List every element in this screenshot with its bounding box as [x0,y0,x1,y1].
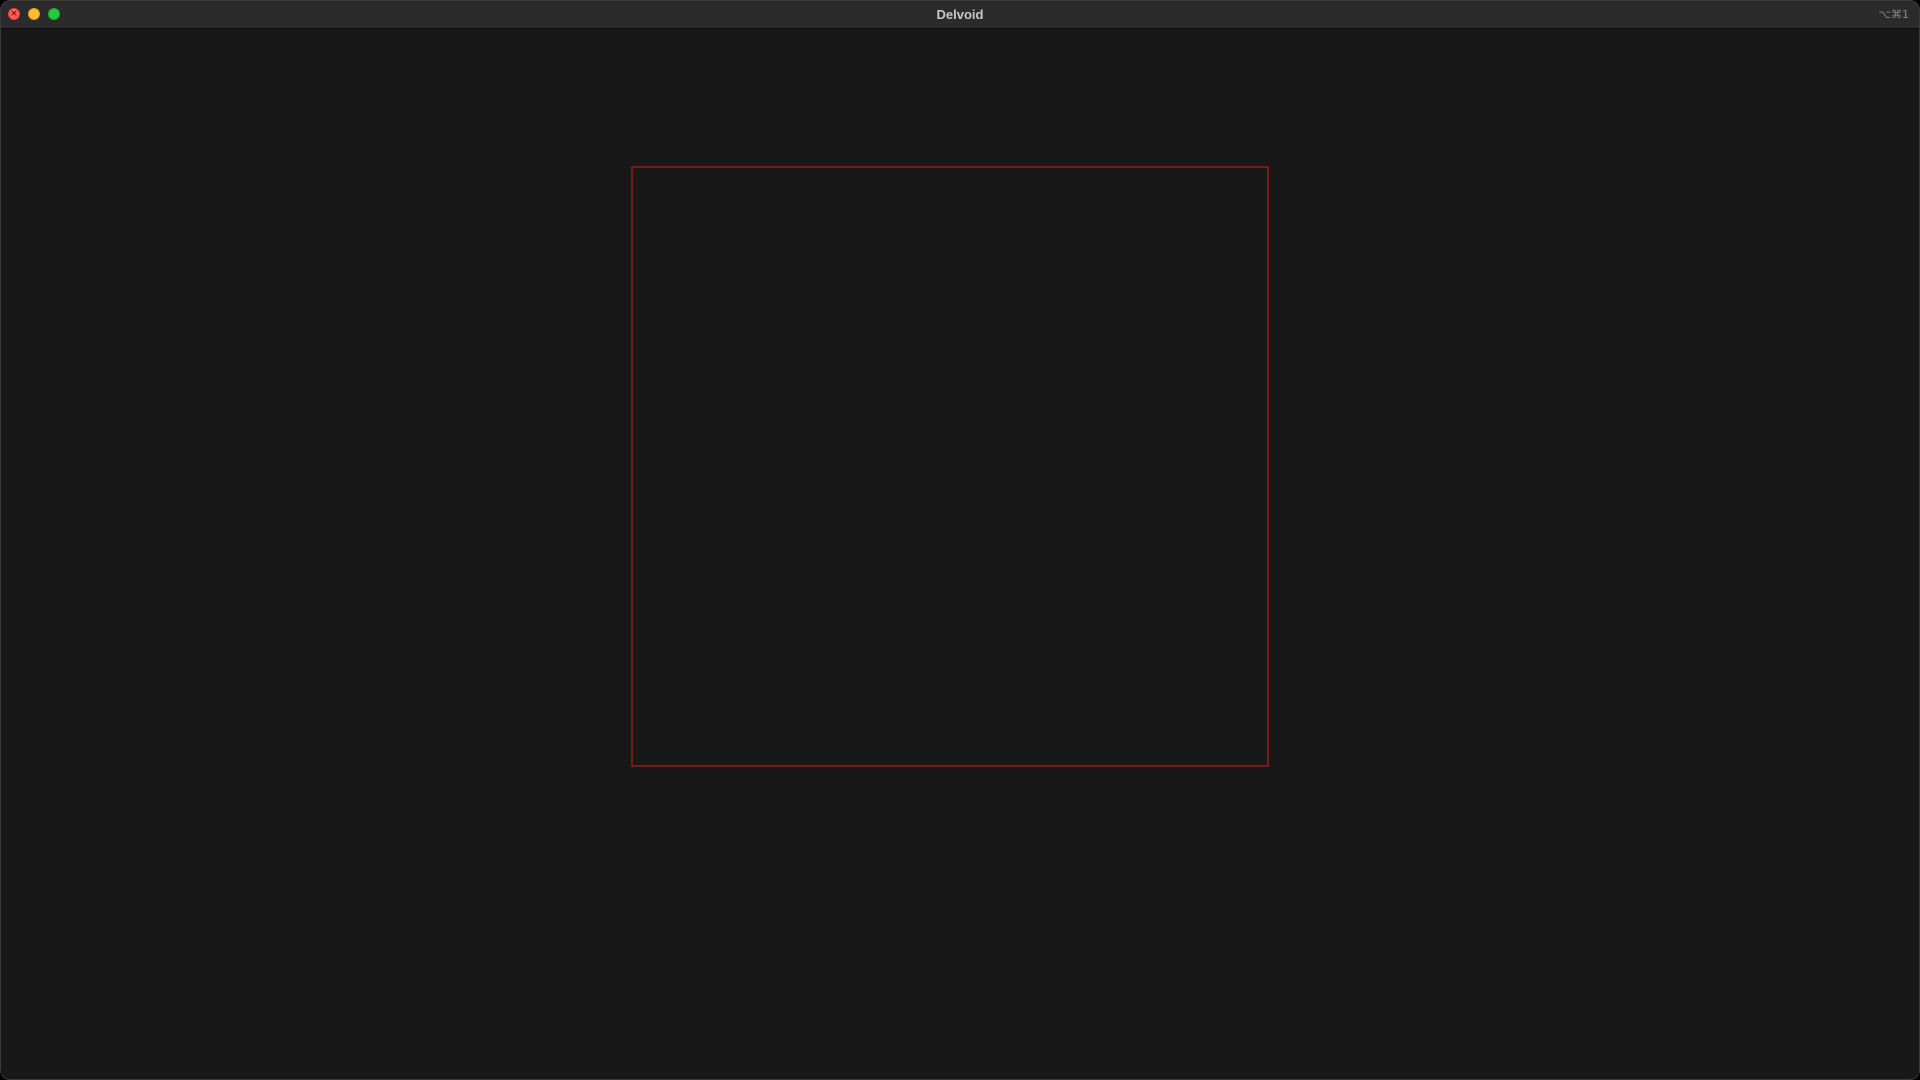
title-bar[interactable]: × Delvoid ⌥⌘1 [1,1,1919,29]
game-canvas[interactable] [1,29,1919,1079]
app-window: × Delvoid ⌥⌘1 [0,0,1920,1080]
window-shortcut: ⌥⌘1 [1878,8,1909,21]
play-area-frame [631,166,1269,767]
window-title: Delvoid [936,7,984,22]
